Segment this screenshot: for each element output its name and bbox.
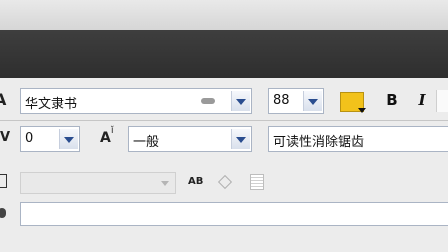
workspace-dark-band [0, 30, 448, 78]
disabled-dropdown-arrow [161, 181, 169, 186]
anti-alias-select[interactable]: 可读性消除锯齿 [268, 126, 448, 152]
font-preview-icon [201, 98, 215, 104]
kerning-icon-superscript: ǐ [111, 126, 114, 136]
character-panel: A 华文隶书 88 B I V 0 A ǐ 一般 可读性消除锯齿 AB [0, 78, 448, 252]
window-top-area [0, 0, 448, 30]
italic-button[interactable]: I [410, 88, 434, 112]
language-icon [0, 208, 6, 218]
text-color-dropdown-icon[interactable] [358, 108, 366, 113]
kerning-value: 一般 [133, 135, 160, 150]
diamond-icon[interactable] [217, 174, 233, 190]
kerning-dropdown-arrow[interactable] [231, 129, 250, 149]
tracking-value: 0 [25, 131, 34, 146]
font-size-select[interactable]: 88 [268, 88, 324, 114]
row-divider [0, 120, 448, 121]
font-size-dropdown-arrow[interactable] [303, 91, 322, 111]
ab-icon[interactable]: AB [188, 176, 203, 187]
kerning-icon: A [100, 130, 111, 146]
font-size-value: 88 [273, 93, 290, 108]
more-styles-button[interactable] [436, 90, 448, 112]
text-frame-icon [0, 174, 7, 188]
font-icon: A [0, 90, 7, 109]
kerning-select[interactable]: 一般 [128, 126, 252, 152]
font-family-dropdown-arrow[interactable] [231, 91, 250, 111]
lines-icon[interactable] [250, 174, 264, 190]
tracking-select[interactable]: 0 [20, 126, 80, 152]
language-field[interactable] [20, 202, 448, 226]
disabled-select [20, 172, 176, 194]
font-family-select[interactable]: 华文隶书 [20, 88, 252, 114]
tracking-icon: V [0, 130, 11, 145]
tracking-dropdown-arrow[interactable] [59, 129, 78, 149]
bold-button[interactable]: B [380, 88, 404, 112]
anti-alias-value: 可读性消除锯齿 [273, 135, 365, 150]
font-family-value: 华文隶书 [25, 97, 78, 112]
